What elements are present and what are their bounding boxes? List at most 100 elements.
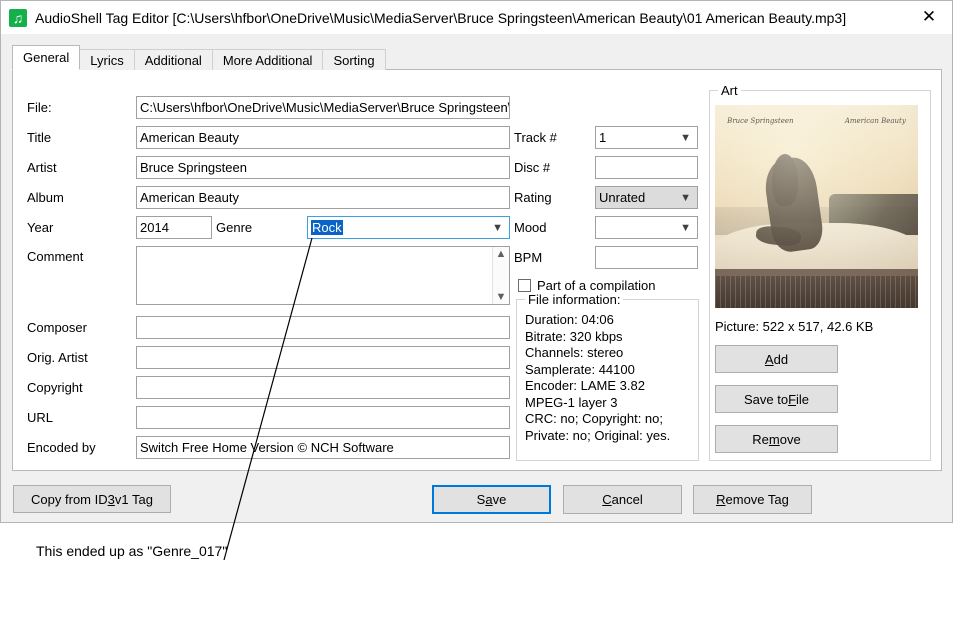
file-info-line: Duration: 04:06 [525, 312, 614, 327]
year-input[interactable]: 2014 [136, 216, 212, 239]
file-info-line: Bitrate: 320 kbps [525, 328, 623, 344]
cancel-button[interactable]: Cancel [563, 485, 682, 514]
remove-tag-suffix: emove Tag [725, 492, 789, 507]
save-button[interactable]: Sa ve [432, 485, 551, 514]
comment-scrollbar[interactable]: ▲ ▼ [492, 247, 509, 304]
add-art-button[interactable]: Add [715, 345, 838, 373]
add-art-accel: A [764, 351, 774, 367]
year-label: Year [27, 220, 54, 235]
genre-value: Rock [311, 220, 343, 235]
genre-label: Genre [216, 220, 253, 235]
music-note-icon: ♫ [9, 8, 27, 27]
comment-label: Comment [27, 249, 84, 264]
chevron-down-icon: ▼ [680, 191, 691, 204]
tab-general[interactable]: General [12, 45, 81, 70]
copy-id3v1-prefix: Copy from ID [31, 491, 108, 507]
close-icon[interactable]: ✕ [906, 1, 952, 33]
url-label: URL [27, 410, 54, 425]
track-combobox[interactable]: 1 ▼ [595, 126, 698, 149]
tag-editor-window: ♫ AudioShell Tag Editor [C:\Users\hfbor\… [0, 0, 953, 523]
save-accel: a [485, 492, 493, 507]
tab-strip: General Lyrics Additional More Additiona… [12, 45, 386, 70]
orig-artist-input[interactable] [136, 346, 510, 369]
title-bar: ♫ AudioShell Tag Editor [C:\Users\hfbor\… [1, 1, 952, 34]
tab-more-additional[interactable]: More Additional [211, 49, 324, 70]
file-information-group: File information: Duration: 04:06 Bitrat… [516, 292, 699, 461]
album-label: Album [27, 190, 64, 205]
file-information-list: Duration: 04:06 Bitrate: 320 kbps Channe… [525, 312, 670, 444]
mood-label: Mood [514, 220, 547, 235]
file-info-line: Samplerate: 44100 [525, 361, 635, 377]
file-info-line: Private: no; Original: yes. [525, 427, 671, 443]
remove-art-prefix: Re [752, 431, 769, 447]
file-info-line: MPEG-1 layer 3 [525, 394, 618, 410]
encoded-by-label: Encoded by [27, 440, 96, 455]
rating-label: Rating [514, 190, 552, 205]
artist-label: Artist [27, 160, 57, 175]
artist-input[interactable]: Bruce Springsteen [136, 156, 510, 179]
title-input[interactable]: American Beauty [136, 126, 510, 149]
cancel-suffix: ancel [611, 492, 643, 507]
tab-lyrics[interactable]: Lyrics [79, 49, 135, 70]
track-label: Track # [514, 130, 557, 145]
file-info-line: CRC: no; Copyright: no; [525, 411, 664, 426]
window-title: AudioShell Tag Editor [C:\Users\hfbor\On… [35, 9, 847, 26]
save-art-prefix: Save to [743, 391, 789, 407]
copy-from-id3v1-button[interactable]: Copy from ID 3 v1 Tag [13, 485, 171, 513]
remove-tag-accel: R [716, 492, 726, 507]
rating-combobox[interactable]: Unrated ▼ [595, 186, 698, 209]
chevron-down-icon[interactable]: ▼ [493, 291, 509, 303]
composer-label: Composer [27, 320, 87, 335]
url-input[interactable] [136, 406, 510, 429]
save-art-suffix: ile [796, 391, 810, 407]
composer-input[interactable] [136, 316, 510, 339]
orig-artist-label: Orig. Artist [27, 350, 88, 365]
bpm-input[interactable] [595, 246, 698, 269]
checkbox-box [518, 279, 531, 292]
file-information-title: File information: [525, 292, 624, 307]
save-art-to-file-button[interactable]: Save to File [715, 385, 838, 413]
remove-tag-button[interactable]: Remove Tag [693, 485, 812, 514]
mood-combobox[interactable]: ▼ [595, 216, 698, 239]
encoded-by-input[interactable]: Switch Free Home Version © NCH Software [136, 436, 510, 459]
chevron-down-icon: ▼ [680, 131, 691, 144]
disc-label: Disc # [514, 160, 551, 175]
remove-art-suffix: ove [779, 431, 801, 447]
compilation-checkbox[interactable]: Part of a compilation [518, 278, 656, 293]
copy-id3v1-accel: 3 [107, 491, 115, 507]
tab-additional[interactable]: Additional [133, 49, 213, 70]
rating-value: Unrated [599, 190, 646, 205]
file-label: File: [27, 100, 52, 115]
annotation-caption: This ended up as "Genre_017" [36, 543, 228, 559]
copyright-input[interactable] [136, 376, 510, 399]
remove-art-button[interactable]: Re m ove [715, 425, 838, 453]
cover-title-text: American Beauty [844, 117, 906, 126]
album-input[interactable]: American Beauty [136, 186, 510, 209]
file-info-line: Channels: stereo [525, 345, 624, 360]
tab-sorting[interactable]: Sorting [322, 49, 386, 70]
art-group-title: Art [718, 83, 741, 98]
title-label: Title [27, 130, 52, 145]
copy-id3v1-suffix: v1 Tag [114, 491, 153, 507]
save-suffix: ve [492, 492, 507, 507]
compilation-label: Part of a compilation [537, 278, 656, 293]
file-input[interactable]: C:\Users\hfbor\OneDrive\Music\MediaServe… [136, 96, 510, 119]
track-value: 1 [599, 130, 607, 145]
bpm-label: BPM [514, 250, 543, 265]
cancel-accel: C [602, 492, 612, 507]
cover-artist-text: Bruce Springsteen [727, 117, 794, 126]
save-art-accel: F [788, 391, 797, 407]
chevron-down-icon: ▼ [680, 221, 691, 234]
copyright-label: Copyright [27, 380, 83, 395]
remove-art-accel: m [768, 431, 780, 447]
chevron-up-icon[interactable]: ▲ [493, 248, 509, 260]
album-art-image[interactable]: Bruce Springsteen American Beauty [715, 105, 918, 308]
disc-input[interactable] [595, 156, 698, 179]
chevron-down-icon: ▼ [492, 221, 503, 234]
genre-combobox[interactable]: Rock ▼ [307, 216, 510, 239]
save-prefix: S [476, 492, 486, 507]
picture-info-label: Picture: 522 x 517, 42.6 KB [715, 319, 874, 334]
file-info-line: Encoder: LAME 3.82 [525, 378, 645, 393]
add-art-suffix: dd [773, 351, 789, 367]
comment-input[interactable]: ▲ ▼ [136, 246, 510, 305]
